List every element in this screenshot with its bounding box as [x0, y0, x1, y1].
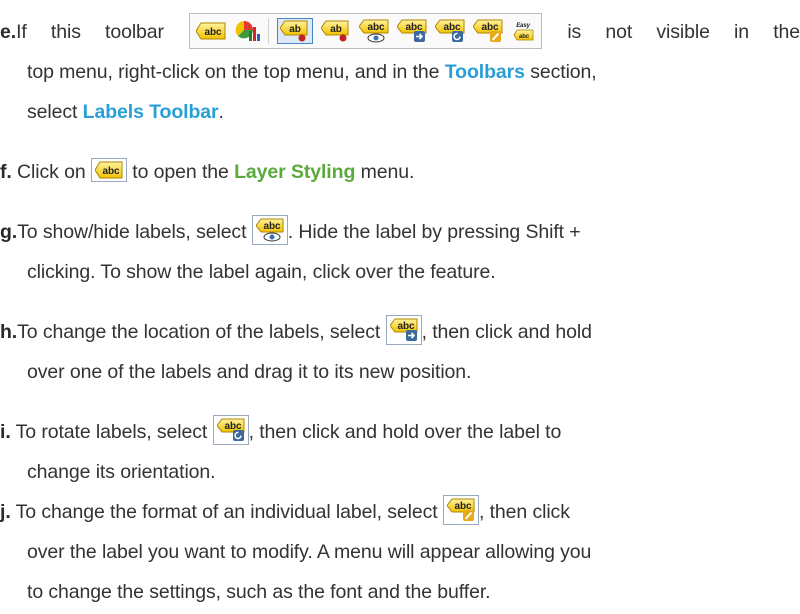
svg-text:abc: abc [263, 221, 280, 232]
step-text: To change the format of an individual la… [15, 501, 438, 523]
svg-text:ab: ab [330, 24, 341, 35]
step-text: If this toolbar [16, 21, 164, 43]
step-g: g.To show/hide labels, select abc . Hide… [0, 212, 800, 292]
step-letter: g. [0, 221, 18, 243]
step-letter: f. [0, 161, 12, 183]
pin-label-icon[interactable]: ab [277, 17, 314, 44]
layer-styling-name: Layer Styling [234, 161, 356, 183]
step-text: select [27, 101, 78, 123]
step-letter: e. [0, 21, 17, 43]
step-text: , then click and hold [421, 321, 592, 343]
step-text: , then click and hold over the label to [248, 421, 562, 443]
step-text: top menu, right-click on the top menu, a… [27, 61, 440, 83]
step-letter: h. [0, 321, 18, 343]
step-letter: j. [0, 501, 11, 523]
step-text: Click on [17, 161, 86, 183]
step-text: to change the settings, such as the font… [27, 581, 491, 603]
toolbar-separator [268, 17, 270, 44]
move-label-icon[interactable]: abc [385, 314, 422, 345]
diagram-tool-icon[interactable] [234, 19, 261, 43]
svg-text:abc: abc [368, 22, 385, 33]
step-text: menu. [360, 161, 415, 183]
step-i: i. To rotate labels, select abc , then c… [0, 412, 800, 492]
rotate-label-icon[interactable]: abc [212, 414, 249, 445]
svg-text:abc: abc [205, 27, 222, 38]
instructions-page: e.If this toolbar abc ab ab abc abc abc … [0, 0, 800, 614]
label-tool-icon[interactable]: abc [90, 157, 127, 182]
step-text: To rotate labels, select [15, 421, 208, 443]
step-f: f. Click on abc to open the Layer Stylin… [0, 152, 800, 192]
svg-text:abc: abc [519, 34, 530, 40]
svg-text:abc: abc [102, 166, 119, 177]
step-text: . [218, 101, 224, 123]
show-hide-label-icon[interactable]: abc [359, 19, 389, 43]
svg-text:ab: ab [289, 24, 300, 35]
step-e: e.If this toolbar abc ab ab abc abc abc … [0, 12, 800, 132]
labels-toolbar: abc ab ab abc abc abc abc Easy abc [189, 12, 543, 49]
step-letter: i. [0, 421, 11, 443]
show-hide-label-icon[interactable]: abc [251, 214, 288, 245]
step-text: change its orientation. [27, 461, 216, 483]
label-tool-icon[interactable]: abc [196, 22, 226, 40]
step-text: To show/hide labels, select [17, 221, 247, 243]
svg-text:Easy: Easy [516, 23, 530, 29]
step-text: clicking. To show the label again, click… [27, 261, 496, 283]
labels-toolbar-name: Labels Toolbar [82, 101, 219, 123]
step-text: to open the [132, 161, 229, 183]
toolbars-section-link: Toolbars [444, 61, 525, 83]
highlight-pin-label-icon[interactable]: ab [321, 20, 351, 42]
step-text: . Hide the label by pressing Shift + [287, 221, 581, 243]
easy-label-icon[interactable]: Easy abc [511, 20, 535, 42]
step-text: To change the location of the labels, se… [17, 321, 381, 343]
step-text: over the label you want to modify. A men… [27, 541, 592, 563]
step-text: over one of the labels and drag it to it… [27, 361, 472, 383]
step-j: j. To change the format of an individual… [0, 492, 800, 612]
step-text: section, [530, 61, 597, 83]
step-text: , then click [478, 501, 570, 523]
change-label-icon[interactable]: abc [442, 494, 479, 525]
change-label-icon[interactable]: abc [473, 19, 503, 43]
step-text: is not visible in the [567, 21, 800, 43]
move-label-icon[interactable]: abc [397, 19, 427, 43]
step-h: h.To change the location of the labels, … [0, 312, 800, 392]
rotate-label-icon[interactable]: abc [435, 19, 465, 43]
